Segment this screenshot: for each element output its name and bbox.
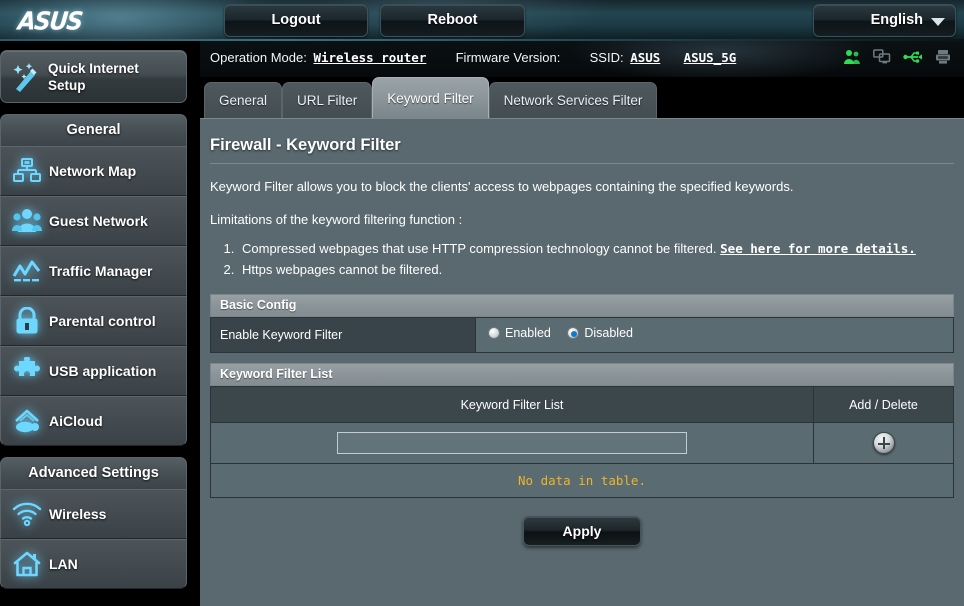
keyword-action-cell (813, 422, 954, 464)
aicloud-icon (11, 405, 43, 437)
title-divider (210, 163, 954, 164)
limitation-1-text: Compressed webpages that use HTTP compre… (242, 241, 717, 256)
qis-line2: Setup (48, 78, 86, 93)
sidebar-item-label: Wireless (49, 506, 107, 522)
tab-general[interactable]: General (204, 82, 283, 118)
limitations-list: Compressed webpages that use HTTP compre… (238, 238, 954, 280)
apply-button[interactable]: Apply (523, 516, 641, 546)
asus-logo: ASUS (16, 7, 84, 37)
radio-disabled-label: Disabled (584, 326, 633, 340)
operation-mode-value[interactable]: Wireless router (313, 50, 426, 65)
sidebar-item-lan[interactable]: LAN (0, 539, 187, 589)
sidebar-item-label: USB application (49, 363, 157, 379)
page-description: Keyword Filter allows you to block the c… (210, 179, 794, 194)
radio-disabled[interactable]: Disabled (567, 326, 633, 340)
lock-icon (11, 305, 43, 337)
keyword-filter-panel: Firewall - Keyword Filter Keyword Filter… (200, 118, 964, 606)
keyword-list-section-header: Keyword Filter List (210, 363, 954, 386)
clients-monitors-icon[interactable] (873, 49, 891, 65)
limitations-intro: Limitations of the keyword filtering fun… (210, 212, 463, 227)
tab-network-services-filter[interactable]: Network Services Filter (488, 82, 658, 118)
table-row (210, 422, 954, 464)
sidebar-item-label: Network Map (49, 163, 137, 179)
sidebar-item-parental-control[interactable]: Parental control (0, 296, 187, 346)
top-header-bar: ASUS Logout Reboot English (0, 0, 964, 41)
sidebar-item-label: LAN (49, 556, 78, 572)
enable-keyword-filter-options: Enabled Disabled (475, 317, 954, 353)
plus-circle-icon[interactable] (872, 432, 895, 454)
tab-url-filter[interactable]: URL Filter (282, 82, 373, 118)
traffic-manager-icon (11, 255, 43, 287)
usb-icon[interactable] (903, 49, 923, 65)
sidebar-item-wireless[interactable]: Wireless (0, 489, 187, 539)
radio-disabled-indicator[interactable] (567, 327, 580, 339)
column-header-keyword: Keyword Filter List (210, 386, 814, 423)
radio-enabled[interactable]: Enabled (488, 326, 551, 340)
status-info-strip: Operation Mode: Wireless router Firmware… (200, 41, 964, 77)
page-title: Firewall - Keyword Filter (210, 136, 401, 154)
apply-button-row: Apply (210, 516, 954, 546)
printer-server-icon[interactable] (935, 49, 951, 65)
basic-config-table: Enable Keyword Filter Enabled Disabled (210, 317, 954, 353)
language-label: English (870, 12, 923, 28)
wifi-icon (11, 498, 43, 530)
logout-button[interactable]: Logout (224, 4, 368, 37)
sidebar-item-aicloud[interactable]: AiCloud (0, 396, 187, 446)
keyword-input-cell (210, 422, 814, 464)
status-info-row: Operation Mode: Wireless router Firmware… (210, 50, 736, 65)
basic-config-section-header: Basic Config (210, 294, 954, 317)
limitation-2-text: Https webpages cannot be filtered. (242, 262, 443, 277)
qis-line1: Quick Internet (48, 61, 139, 76)
empty-table-message: No data in table. (210, 464, 954, 498)
keyword-filter-table: Keyword Filter List Add / Delete (210, 386, 954, 464)
language-selector[interactable]: English (813, 4, 956, 37)
puzzle-icon (11, 355, 43, 387)
column-header-action: Add / Delete (813, 386, 954, 423)
sidebar-quick-setup-label: Quick Internet Setup (48, 60, 180, 94)
enable-keyword-filter-label: Enable Keyword Filter (210, 317, 476, 353)
sidebar-item-label: Traffic Manager (49, 263, 153, 279)
table-row: Enable Keyword Filter Enabled Disabled (210, 317, 954, 353)
network-map-icon (11, 155, 43, 187)
sidebar-group-advanced-title: Advanced Settings (0, 457, 187, 489)
sidebar-quick-internet-setup[interactable]: Quick Internet Setup (0, 50, 187, 103)
sidebar-group-general-title: General (0, 114, 187, 146)
radio-enabled-label: Enabled (505, 326, 551, 340)
firmware-version-label: Firmware Version: (455, 50, 561, 65)
sidebar-navigation: Quick Internet Setup General Network Map (0, 41, 188, 606)
radio-enabled-indicator[interactable] (488, 327, 500, 339)
sidebar-item-usb-application[interactable]: USB application (0, 346, 187, 396)
content-area: General URL Filter Keyword Filter Network S… (200, 77, 964, 606)
sidebar-item-label: Parental control (49, 313, 156, 329)
ssid-24g-value[interactable]: ASUS (630, 50, 660, 65)
magic-wand-icon (9, 62, 41, 97)
chevron-down-icon (931, 18, 945, 26)
sidebar-item-network-map[interactable]: Network Map (0, 146, 187, 196)
ssid-label: SSID: (589, 50, 624, 65)
limitation-item-1: Compressed webpages that use HTTP compre… (238, 238, 954, 259)
guest-users-icon[interactable] (843, 49, 861, 65)
sidebar-item-traffic-manager[interactable]: Traffic Manager (0, 246, 187, 296)
ssid-5g-value[interactable]: ASUS_5G (684, 50, 737, 65)
limitation-item-2: Https webpages cannot be filtered. (238, 259, 954, 280)
guest-network-icon (11, 205, 43, 237)
operation-mode-label: Operation Mode: (210, 50, 307, 65)
sidebar-item-label: AiCloud (49, 413, 103, 429)
table-header-row: Keyword Filter List Add / Delete (210, 386, 954, 423)
reboot-button[interactable]: Reboot (380, 4, 525, 37)
sidebar-item-guest-network[interactable]: Guest Network (0, 196, 187, 246)
sidebar-item-label: Guest Network (49, 213, 148, 229)
asus-router-admin-ui: ASUS Logout Reboot English Operation Mod… (0, 0, 964, 606)
keyword-input[interactable] (337, 432, 687, 454)
status-icon-group (843, 49, 951, 65)
tab-keyword-filter[interactable]: Keyword Filter (372, 77, 489, 118)
tab-bar: General URL Filter Keyword Filter Network S… (200, 77, 964, 118)
home-icon (11, 548, 43, 580)
more-details-link[interactable]: See here for more details. (720, 241, 916, 256)
